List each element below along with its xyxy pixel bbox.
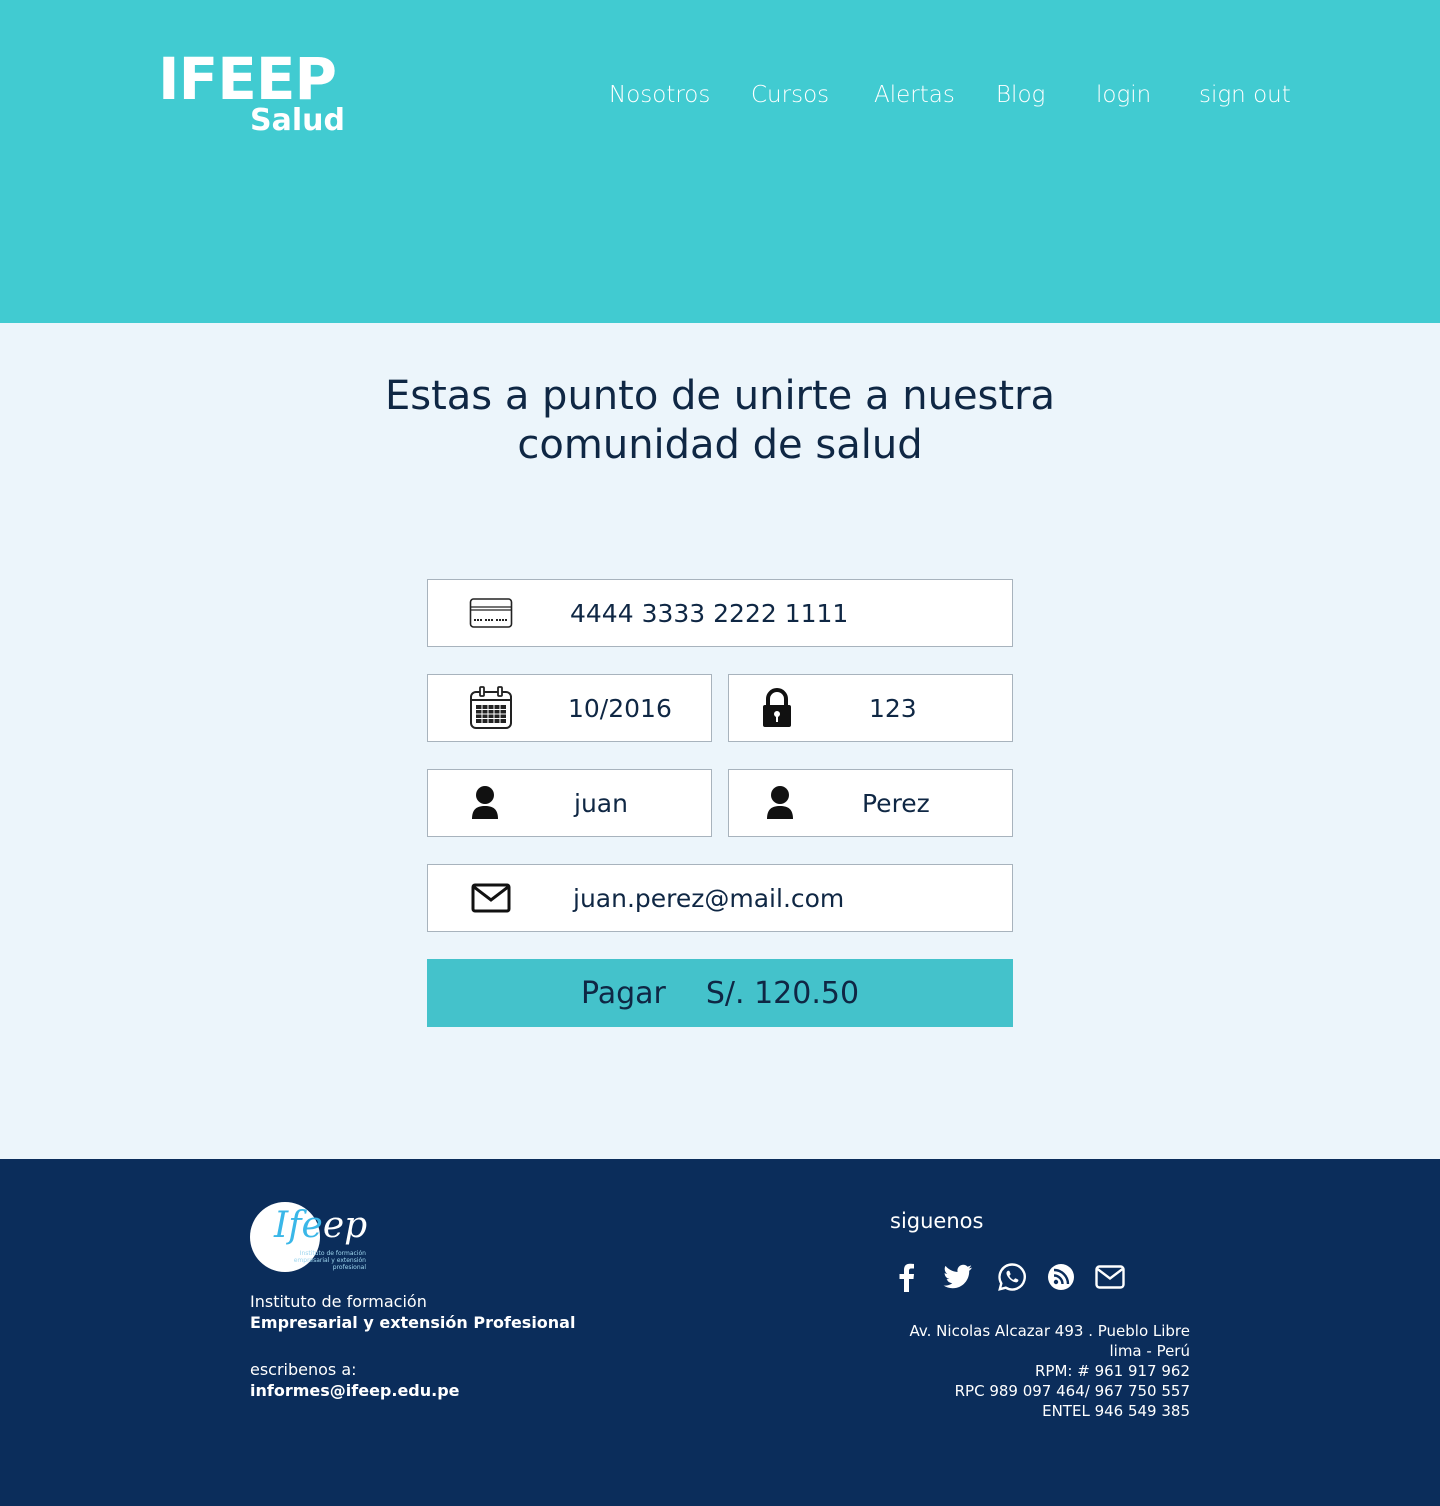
twitter-icon[interactable] xyxy=(942,1261,974,1293)
nav-alertas[interactable]: Alertas xyxy=(874,82,955,110)
address-line: lima - Perú xyxy=(1109,1342,1190,1360)
footer-logo[interactable]: Ifeep Instituto de formación empresarial… xyxy=(250,1202,370,1274)
facebook-icon[interactable] xyxy=(890,1261,922,1293)
address-block: Av. Nicolas Alcazar 493 . Pueblo Libre l… xyxy=(820,1321,1190,1421)
follow-label: siguenos xyxy=(890,1209,984,1233)
nav-signout[interactable]: sign out xyxy=(1199,82,1291,110)
expiry-field[interactable]: 10/2016 xyxy=(427,674,712,742)
mail-icon xyxy=(470,865,512,931)
header: IFEEP Salud Nosotros Cursos Alertas Blog… xyxy=(0,0,1440,323)
pay-button[interactable]: Pagar S/. 120.50 xyxy=(427,959,1013,1027)
nav-nosotros[interactable]: Nosotros xyxy=(609,82,710,110)
cvv-value: 123 xyxy=(869,693,917,723)
contact-email-link[interactable]: informes@ifeep.edu.pe xyxy=(250,1380,460,1401)
credit-card-icon xyxy=(468,580,514,646)
brand-logo[interactable]: IFEEP xyxy=(158,50,337,108)
pay-amount: S/. 120.50 xyxy=(705,975,860,1011)
user-icon xyxy=(470,770,500,836)
lock-icon xyxy=(759,675,795,741)
whatsapp-icon[interactable] xyxy=(996,1261,1028,1293)
email-field[interactable]: juan.perez@mail.com xyxy=(427,864,1013,932)
rss-icon[interactable] xyxy=(1045,1261,1077,1293)
address-line: RPM: # 961 917 962 xyxy=(1035,1362,1190,1380)
first-name-value: juan xyxy=(574,788,628,818)
pay-button-label: Pagar xyxy=(580,975,666,1011)
address-line: Av. Nicolas Alcazar 493 . Pueblo Libre xyxy=(909,1322,1190,1340)
expiry-value: 10/2016 xyxy=(568,693,672,723)
write-label: escribenos a: xyxy=(250,1360,357,1379)
brand-logo-sub: Salud xyxy=(250,103,345,138)
nav-cursos[interactable]: Cursos xyxy=(751,82,829,110)
footer-logo-tagline: Instituto de formación empresarial y ext… xyxy=(293,1250,366,1271)
cvv-field[interactable]: 123 xyxy=(728,674,1013,742)
footer-logo-text: Ifeep xyxy=(274,1205,368,1246)
card-number-field[interactable]: 4444 3333 2222 1111 xyxy=(427,579,1013,647)
user-icon xyxy=(765,770,795,836)
institute-line1: Instituto de formación xyxy=(250,1292,427,1311)
last-name-value: Perez xyxy=(862,788,930,818)
calendar-icon xyxy=(468,675,514,741)
footer: Ifeep Instituto de formación empresarial… xyxy=(0,1159,1440,1506)
nav-login[interactable]: login xyxy=(1096,82,1151,110)
first-name-field[interactable]: juan xyxy=(427,769,712,837)
institute-line2: Empresarial y extensión Profesional xyxy=(250,1313,576,1332)
last-name-field[interactable]: Perez xyxy=(728,769,1013,837)
mail-icon[interactable] xyxy=(1094,1261,1126,1293)
page-title-line2: comunidad de salud xyxy=(517,422,923,468)
email-value: juan.perez@mail.com xyxy=(573,883,845,913)
card-number-value: 4444 3333 2222 1111 xyxy=(570,598,849,628)
nav-blog[interactable]: Blog xyxy=(996,82,1045,110)
address-line: RPC 989 097 464/ 967 750 557 xyxy=(954,1382,1190,1400)
page-title: Estas a punto de unirte a nuestra comuni… xyxy=(320,372,1120,470)
page-title-line1: Estas a punto de unirte a nuestra xyxy=(384,373,1056,419)
address-line: ENTEL 946 549 385 xyxy=(1042,1402,1190,1420)
